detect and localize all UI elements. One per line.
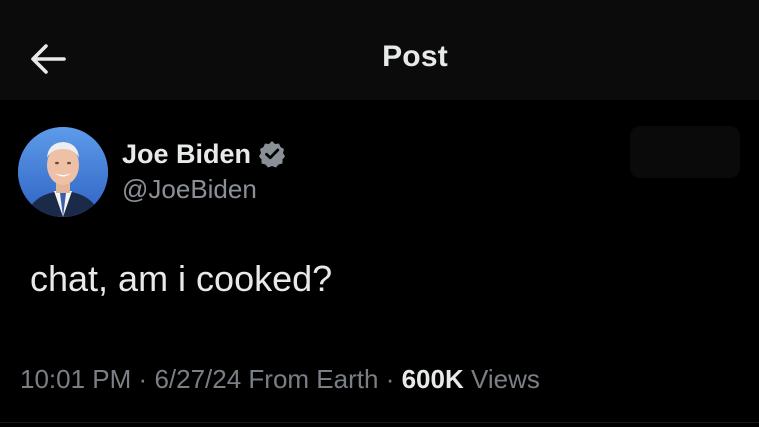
divider	[0, 422, 759, 423]
avatar[interactable]	[18, 127, 108, 217]
post-metadata: 10:01 PM · 6/27/24 From Earth · 600K Vie…	[20, 364, 540, 395]
post-text: chat, am i cooked?	[30, 258, 333, 299]
post-detail-screen: Post Joe Biden @JoeBiden chat, am i cook…	[0, 0, 759, 427]
profile-photo-icon	[18, 127, 108, 217]
post-location: From Earth	[248, 364, 379, 394]
post-time[interactable]: 10:01 PM	[20, 364, 131, 394]
author-name-row[interactable]: Joe Biden	[122, 136, 287, 172]
page-title: Post	[382, 40, 448, 73]
top-bar: Post	[0, 0, 759, 100]
views-label: Views	[470, 364, 540, 394]
background-artifact	[630, 126, 740, 178]
views-count[interactable]: 600K	[402, 364, 464, 394]
meta-separator: ·	[385, 364, 395, 394]
meta-separator: ·	[138, 364, 148, 394]
author-display-name[interactable]: Joe Biden	[122, 139, 251, 170]
post-date[interactable]: 6/27/24	[154, 364, 241, 394]
verified-badge-icon[interactable]	[257, 139, 287, 169]
author-handle[interactable]: @JoeBiden	[122, 174, 257, 205]
